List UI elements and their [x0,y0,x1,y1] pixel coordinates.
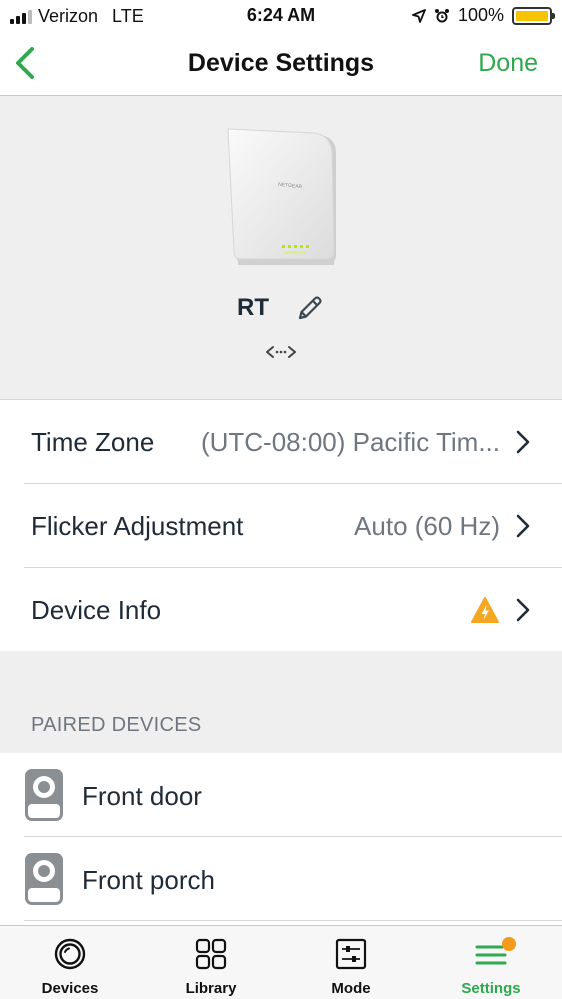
sliders-icon [335,938,367,970]
paired-devices-list: Front door Front porch [0,753,562,925]
paired-device-front-porch[interactable]: Front porch [0,837,562,921]
tab-bar: Devices Library Mode Settings [0,925,562,999]
setting-label: Device Info [31,595,162,625]
device-header: NETGEAR RT [0,97,562,399]
paired-device-label: Front door [82,781,202,811]
paired-devices-header: PAIRED DEVICES [31,714,202,736]
status-bar: Verizon LTE 6:24 AM 100% [0,0,562,32]
device-name-row: RT [0,293,562,323]
pencil-icon[interactable] [295,293,325,323]
paired-device-front-door[interactable]: Front door [0,753,562,837]
chevron-right-icon [516,598,530,622]
alarm-icon [434,8,449,22]
camera-lens-icon [54,938,86,970]
base-station-image: NETGEAR [227,128,336,265]
setting-value: Auto (60 Hz) [354,511,500,541]
chevron-right-icon [516,430,530,454]
camera-icon [25,769,63,821]
status-right: 100% [412,5,555,26]
grid-icon [195,938,227,970]
connection-arrows-icon [266,346,296,358]
setting-label: Flicker Adjustment [31,511,244,541]
tab-label: Library [185,980,237,997]
divider [24,920,562,921]
warning-icon [471,597,499,623]
notification-badge [502,937,516,951]
settings-list: Time Zone (UTC-08:00) Pacific Tim... Fli… [0,399,562,651]
setting-row-device-info[interactable]: Device Info [0,568,562,652]
setting-row-time-zone[interactable]: Time Zone (UTC-08:00) Pacific Tim... [0,400,562,484]
device-name: RT [237,294,269,321]
tab-mode[interactable]: Mode [281,926,421,999]
battery-icon [512,6,555,25]
battery-percent: 100% [457,5,504,25]
paired-device-label: Front porch [82,865,215,895]
setting-row-flicker-adjustment[interactable]: Flicker Adjustment Auto (60 Hz) [0,484,562,568]
tab-devices[interactable]: Devices [0,926,140,999]
setting-value: (UTC-08:00) Pacific Tim... [200,427,500,457]
setting-label: Time Zone [31,427,155,457]
tab-label: Settings [461,980,521,997]
tab-label: Mode [331,980,371,997]
tab-label: Devices [41,980,99,997]
chevron-right-icon [516,514,530,538]
tab-library[interactable]: Library [141,926,281,999]
tab-settings[interactable]: Settings [421,926,561,999]
camera-icon [25,853,63,905]
location-icon [412,8,426,23]
done-button[interactable]: Done [478,49,538,78]
nav-bar: Device Settings Done [0,32,562,96]
